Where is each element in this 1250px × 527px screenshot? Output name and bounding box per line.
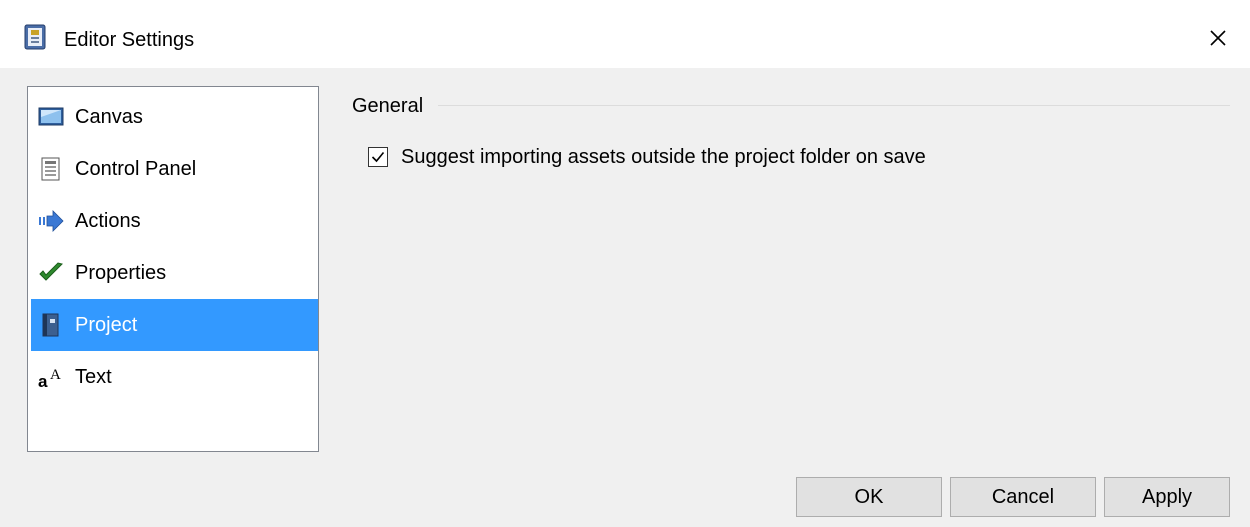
general-group-title: General [352,95,424,117]
sidebar-item-actions[interactable]: Actions [31,195,318,247]
settings-category-list: Canvas Control Panel Actions Properties … [27,86,319,452]
sidebar-item-control-panel[interactable]: Control Panel [31,143,318,195]
checkmark-icon [371,151,385,163]
control-panel-icon [38,157,64,181]
svg-text:a: a [38,372,48,389]
suggest-import-checkbox[interactable] [368,147,388,167]
canvas-icon [38,105,64,129]
sidebar-item-label: Control Panel [75,158,197,180]
checkmark-icon [38,261,64,285]
sidebar-item-text[interactable]: a A Text [31,351,318,403]
apply-button[interactable]: Apply [1104,477,1230,517]
text-font-icon: a A [38,365,64,391]
sidebar-item-label: Text [75,366,112,388]
editor-settings-dialog: Editor Settings Canvas Control Panel Act… [0,0,1250,527]
sidebar-item-label: Canvas [75,106,143,128]
sidebar-item-label: Project [75,314,138,336]
title-bar: Editor Settings [0,0,1250,68]
group-divider [438,105,1230,106]
window-title: Editor Settings [64,29,195,51]
sidebar-item-label: Properties [75,262,167,284]
suggest-import-label: Suggest importing assets outside the pro… [401,146,926,168]
svg-text:A: A [50,367,61,383]
sidebar-item-canvas[interactable]: Canvas [31,91,318,143]
sidebar-item-properties[interactable]: Properties [31,247,318,299]
close-icon [1210,30,1226,46]
ok-button[interactable]: OK [796,477,942,517]
project-book-icon [38,313,64,337]
editor-settings-icon [24,24,46,50]
sidebar-item-label: Actions [75,210,141,232]
close-button[interactable] [1200,20,1236,56]
sidebar-item-project[interactable]: Project [31,299,318,351]
cancel-button[interactable]: Cancel [950,477,1096,517]
arrow-right-icon [38,209,64,233]
